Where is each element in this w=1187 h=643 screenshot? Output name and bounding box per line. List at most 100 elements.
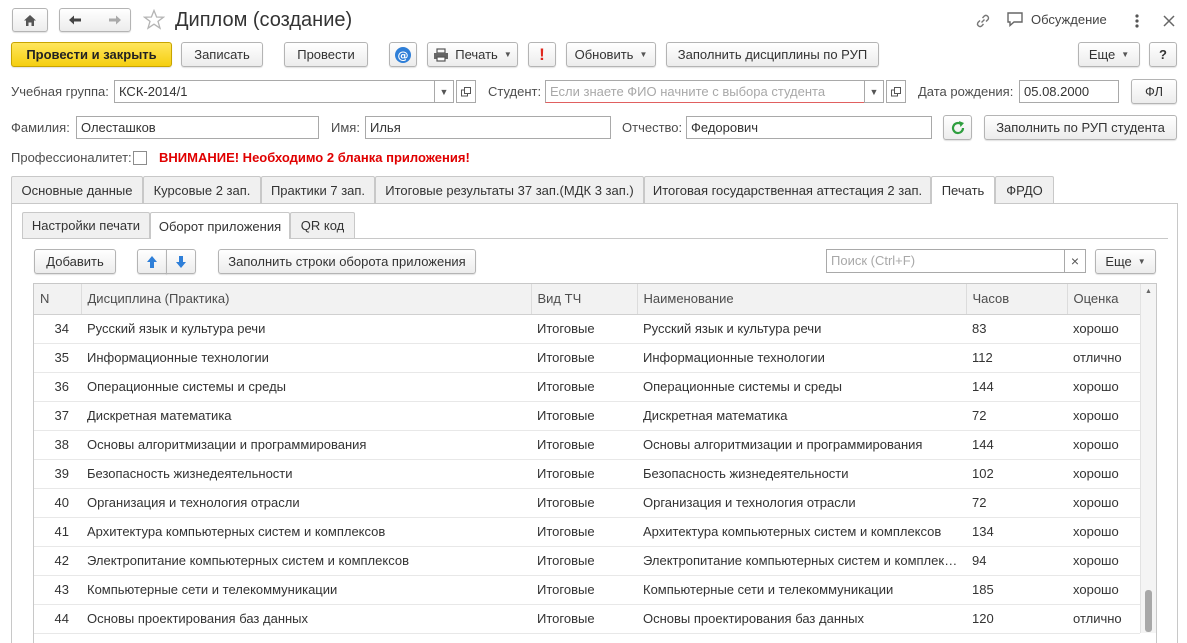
tab-main-data[interactable]: Основные данные (11, 176, 143, 203)
col-grade[interactable]: Оценка (1067, 284, 1140, 315)
fill-by-student-rup-button[interactable]: Заполнить по РУП студента (984, 115, 1177, 140)
fill-turnover-rows-button[interactable]: Заполнить строки оборота приложения (218, 249, 476, 274)
arrow-right-icon[interactable] (108, 14, 122, 26)
table-row[interactable]: 41 Архитектура компьютерных систем и комп… (34, 517, 1140, 547)
student-open-icon[interactable] (886, 80, 906, 103)
cell-discipline: Организация и технология отрасли (81, 488, 531, 518)
help-button[interactable]: ? (1149, 42, 1177, 67)
tab-print[interactable]: Печать (931, 176, 995, 204)
arrow-up-icon (147, 255, 157, 268)
discussion-button[interactable]: Обсуждение (1006, 11, 1107, 27)
alert-icon: ! (539, 44, 545, 64)
table-row[interactable]: 35 Информационные технологии Итоговые Инфор… (34, 343, 1140, 373)
name-label: Имя: (331, 120, 360, 135)
table-row[interactable]: 42 Электропитание компьютерных систем и к… (34, 546, 1140, 576)
cell-grade: хорошо (1067, 372, 1140, 402)
professionalitet-checkbox[interactable] (133, 151, 147, 165)
cell-grade: хорошо (1067, 314, 1140, 344)
post-button[interactable]: Провести (284, 42, 368, 67)
arrow-left-icon[interactable] (68, 14, 82, 26)
dropdown-icon: ▼ (1121, 50, 1130, 59)
cell-kind: Итоговые (531, 343, 637, 373)
tab-final-results[interactable]: Итоговые результаты 37 зап.(МДК 3 зап.) (375, 176, 644, 203)
group-open-icon[interactable] (456, 80, 476, 103)
cell-discipline: Электропитание компьютерных систем и ком… (81, 546, 531, 576)
cell-discipline: Операционные системы и среды (81, 372, 531, 402)
table-scrollbar[interactable]: ▲ (1140, 284, 1156, 633)
refresh-label: Обновить (574, 47, 634, 62)
col-name[interactable]: Наименование (637, 284, 967, 315)
student-field[interactable]: Если знаете ФИО начните с выбора студент… (545, 80, 865, 103)
table-row[interactable]: 38 Основы алгоритмизации и программирован… (34, 430, 1140, 460)
link-icon[interactable] (974, 12, 992, 30)
fl-button[interactable]: ФЛ (1131, 79, 1177, 104)
move-up-button[interactable] (137, 249, 167, 274)
cell-n: 38 (34, 430, 81, 460)
table-more-button[interactable]: Еще ▼ (1095, 249, 1156, 274)
scroll-thumb[interactable] (1145, 590, 1152, 632)
subtab-application-turnover[interactable]: Оборот приложения (150, 212, 290, 239)
patronymic-field[interactable]: Федорович (686, 116, 932, 139)
cell-grade: отлично (1067, 604, 1140, 634)
tab-frdo[interactable]: ФРДО (995, 176, 1054, 203)
cell-name: Компьютерные сети и телекоммуникации (637, 575, 966, 605)
surname-field[interactable]: Олесташков (76, 116, 319, 139)
cell-discipline: Русский язык и культура речи (81, 314, 531, 344)
table-row[interactable]: 36 Операционные системы и среды Итоговые Оп… (34, 372, 1140, 402)
cell-kind: Итоговые (531, 372, 637, 402)
table-row[interactable]: 37 Дискретная математика Итоговые Дискретна… (34, 401, 1140, 431)
table-row[interactable]: 44 Основы проектирования баз данных Итогов… (34, 604, 1140, 634)
table-row[interactable]: 43 Компьютерные сети и телекоммуникации Ит… (34, 575, 1140, 605)
cell-discipline: Основы алгоритмизации и программирования (81, 430, 531, 460)
move-down-button[interactable] (166, 249, 196, 274)
group-dropdown-icon[interactable]: ▼ (434, 80, 454, 103)
post-and-close-button[interactable]: Провести и закрыть (11, 42, 172, 67)
table-row[interactable]: 40 Организация и технология отрасли Итогов… (34, 488, 1140, 518)
cell-grade: хорошо (1067, 430, 1140, 460)
alert-button[interactable]: ! (528, 42, 556, 67)
cell-name: Организация и технология отрасли (637, 488, 966, 518)
cell-grade: хорошо (1067, 488, 1140, 518)
tab-practice[interactable]: Практики 7 зап. (261, 176, 375, 203)
cell-grade: хорошо (1067, 546, 1140, 576)
cell-name: Безопасность жизнедеятельности (637, 459, 966, 489)
patronymic-label: Отчество: (622, 120, 683, 135)
kebab-menu-icon[interactable] (1134, 13, 1140, 29)
close-icon[interactable] (1163, 15, 1175, 27)
student-dropdown-icon[interactable]: ▼ (864, 80, 884, 103)
table-more-label: Еще (1105, 254, 1132, 269)
name-field[interactable]: Илья (365, 116, 611, 139)
table-row[interactable]: 34 Русский язык и культура речи Итоговые Ру… (34, 314, 1140, 344)
tab-state-attestation[interactable]: Итоговая государственная аттестация 2 за… (644, 176, 931, 203)
email-button[interactable]: @ (389, 42, 417, 67)
fill-disciplines-rup-button[interactable]: Заполнить дисциплины по РУП (666, 42, 879, 67)
search-clear-icon[interactable]: × (1064, 249, 1086, 273)
search-input[interactable]: Поиск (Ctrl+F) (826, 249, 1065, 273)
cell-hours: 72 (966, 401, 1067, 431)
col-hours[interactable]: Часов (966, 284, 1068, 315)
refresh-green-button[interactable] (943, 115, 972, 140)
subtab-print-settings[interactable]: Настройки печати (22, 212, 150, 238)
save-button[interactable]: Записать (181, 42, 263, 67)
cell-kind: Итоговые (531, 488, 637, 518)
refresh-button[interactable]: Обновить ▼ (566, 42, 656, 67)
col-n[interactable]: N (34, 284, 82, 315)
star-icon[interactable] (143, 9, 165, 30)
cell-discipline: Основы проектирования баз данных (81, 604, 531, 634)
cell-name: Основы проектирования баз данных (637, 604, 966, 634)
birth-date-field[interactable]: 05.08.2000 (1019, 80, 1119, 103)
chat-icon (1007, 12, 1023, 27)
svg-text:@: @ (398, 49, 409, 62)
print-button[interactable]: Печать ▼ (427, 42, 518, 67)
table-row[interactable]: 39 Безопасность жизнедеятельности Итоговые… (34, 459, 1140, 489)
more-button[interactable]: Еще ▼ (1078, 42, 1140, 67)
home-button[interactable] (12, 8, 48, 32)
add-row-button[interactable]: Добавить (34, 249, 116, 274)
group-field[interactable]: КСК-2014/1 (114, 80, 435, 103)
col-discipline[interactable]: Дисциплина (Практика) (81, 284, 532, 315)
subtab-qr-code[interactable]: QR код (290, 212, 355, 238)
scroll-up-icon[interactable]: ▲ (1141, 284, 1156, 298)
col-kind[interactable]: Вид ТЧ (531, 284, 638, 315)
tab-coursework[interactable]: Курсовые 2 зап. (143, 176, 261, 203)
cell-discipline: Дискретная математика (81, 401, 531, 431)
